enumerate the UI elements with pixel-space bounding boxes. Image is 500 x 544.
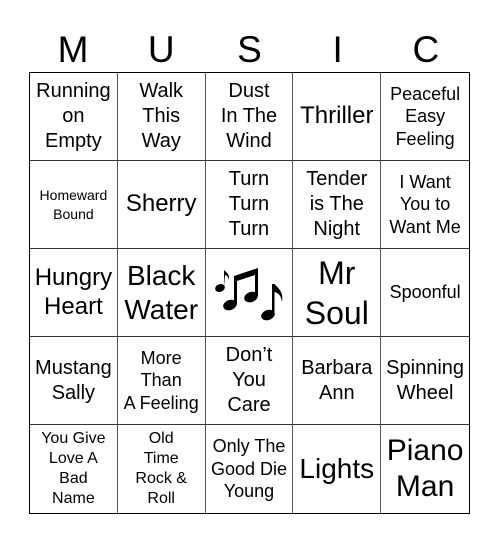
- header-letter: C: [412, 29, 440, 70]
- bingo-cell-label: Walk This Way: [139, 80, 184, 152]
- bingo-cell[interactable]: Tender is The Night: [293, 161, 382, 249]
- bingo-cell[interactable]: Spoonful: [381, 249, 469, 337]
- bingo-cell[interactable]: Lights: [293, 425, 382, 513]
- bingo-cell-label: More Than A Feeling: [123, 347, 199, 413]
- bingo-cell[interactable]: Barbara Ann: [293, 337, 382, 425]
- bingo-cell[interactable]: Sherry: [117, 161, 206, 249]
- bingo-cell[interactable]: Walk This Way: [117, 73, 206, 161]
- bingo-cell-label: Tender is The Night: [306, 168, 368, 240]
- bingo-cell[interactable]: Homeward Bound: [30, 161, 118, 249]
- bingo-cell[interactable]: Mustang Sally: [30, 337, 118, 425]
- bingo-cell[interactable]: Mr Soul: [293, 249, 382, 337]
- bingo-cell-label: Piano Man: [386, 434, 464, 503]
- header-letter: M: [57, 29, 89, 70]
- bingo-cell[interactable]: Old Time Rock & Roll: [118, 425, 206, 513]
- bingo-cell-label: Spinning Wheel: [386, 356, 465, 404]
- bingo-cell-label: Turn Turn Turn: [228, 168, 270, 240]
- bingo-cell[interactable]: Spinning Wheel: [381, 337, 469, 425]
- bingo-cell-label: Mustang Sally: [35, 356, 112, 404]
- bingo-cell[interactable]: Thriller: [293, 73, 382, 161]
- bingo-cell[interactable]: Peaceful Easy Feeling: [381, 73, 469, 161]
- bingo-cell-label: Don’t You Care: [225, 344, 273, 416]
- bingo-cell-label: Black Water: [124, 259, 199, 325]
- bingo-cell-label: Lights: [299, 453, 375, 485]
- bingo-cell[interactable]: Running on Empty: [30, 73, 118, 161]
- bingo-cell-label: Old Time Rock & Roll: [135, 430, 187, 507]
- bingo-cell[interactable]: You Give Love A Bad Name: [30, 425, 118, 513]
- bingo-cell[interactable]: Only The Good Die Young: [206, 425, 294, 513]
- bingo-cell[interactable]: Turn Turn Turn: [205, 161, 294, 249]
- bingo-cell-label: Only The Good Die Young: [210, 436, 288, 502]
- bingo-cell-label: Peaceful Easy Feeling: [390, 83, 461, 149]
- header-letter: I: [332, 29, 343, 70]
- header-letter: U: [147, 29, 175, 70]
- bingo-cell-label: Barbara Ann: [301, 356, 373, 404]
- bingo-cell-label: I Want You to Want Me: [389, 171, 461, 237]
- bingo-cell[interactable]: Don’t You Care: [205, 337, 294, 425]
- bingo-cell-label: Sherry: [125, 190, 197, 218]
- bingo-cell-label: Dust In The Wind: [220, 80, 278, 152]
- music-notes-icon: [215, 267, 283, 320]
- bingo-cell-label: Mr Soul: [304, 254, 369, 331]
- header-letter: S: [237, 29, 262, 70]
- bingo-cell-label: Homeward Bound: [39, 187, 108, 222]
- free-space-cell[interactable]: [205, 249, 294, 337]
- bingo-cell[interactable]: Dust In The Wind: [205, 73, 294, 161]
- bingo-cell-label: Thriller: [300, 102, 374, 130]
- bingo-header: M U S I C: [29, 28, 470, 72]
- bingo-cell[interactable]: Hungry Heart: [30, 249, 118, 337]
- bingo-cell[interactable]: Black Water: [117, 249, 206, 337]
- bingo-cell[interactable]: I Want You to Want Me: [381, 161, 469, 249]
- bingo-cell-label: Spoonful: [389, 282, 461, 303]
- bingo-cell[interactable]: More Than A Feeling: [117, 337, 206, 425]
- bingo-grid: Running on Empty Walk This Way Dust In The…: [29, 72, 470, 514]
- bingo-cell-label: You Give Love A Bad Name: [41, 430, 106, 507]
- bingo-cell-label: Running on Empty: [36, 80, 111, 152]
- bingo-cell-label: Hungry Heart: [34, 263, 113, 320]
- bingo-cell[interactable]: Piano Man: [381, 425, 469, 513]
